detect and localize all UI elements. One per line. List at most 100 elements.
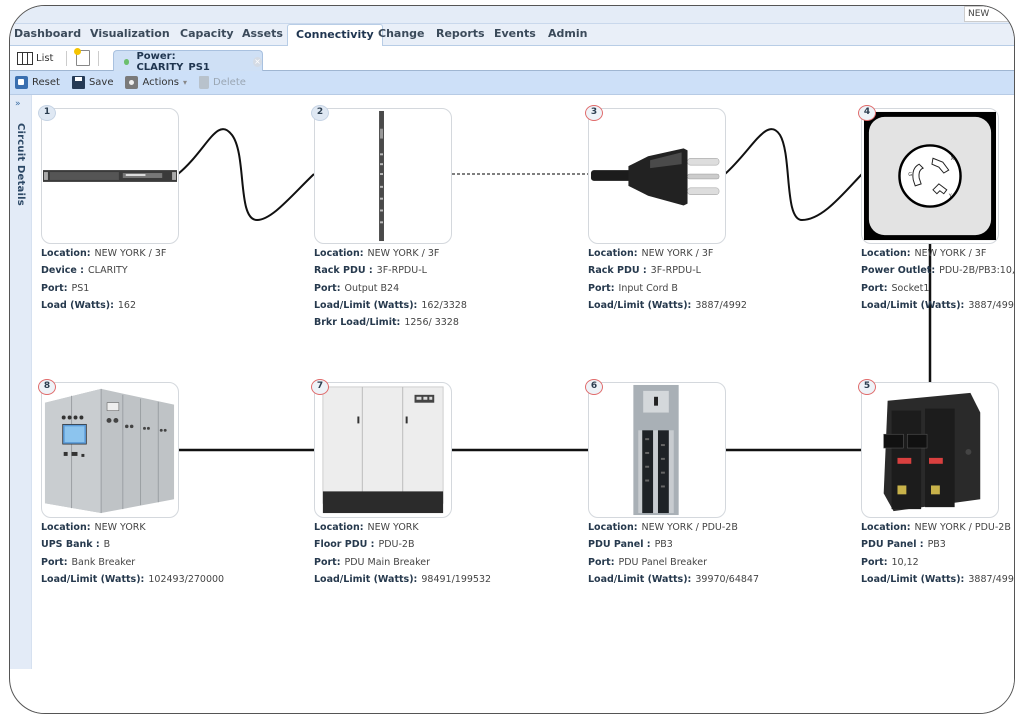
info-load-limit: Load/Limit (Watts): 162/3328 [314,299,467,311]
info-load: Load (Watts): 162 [41,299,137,311]
node-number-badge: 6 [585,379,603,395]
nav-visualization[interactable]: Visualization [90,27,170,40]
info-port: Port: PDU Main Breaker [314,556,431,568]
floor-pdu-icon [322,386,444,514]
circuit-details-panel[interactable]: » Circuit Details [10,95,32,669]
trash-icon [199,76,210,89]
node-info-3: Location: NEW YORK / 3F Rack PDU :3F-RPDU… [588,245,788,314]
divider [66,51,67,66]
node-info-8: Location: NEW YORK UPS Bank :B Port: Bank … [41,519,241,588]
info-power-outlet: Power Outlet: PDU-2B/PB3:10,1 [861,265,1015,277]
nav-reports[interactable]: Reports [436,27,485,40]
circuit-details-label: Circuit Details [15,123,26,206]
top-strip: NEW [10,6,1014,24]
node-circuit-breaker[interactable]: 5 [858,379,999,518]
app-window: NEW Dashboard Visualization Capacity Ass… [9,5,1015,714]
actions-menu-button[interactable]: Actions ▾ [125,76,187,89]
toolbar: Reset Save Actions ▾ Delete [10,71,1014,95]
info-location: Location: NEW YORK / 3F [588,248,714,259]
node-rack-pdu[interactable]: 2 [311,105,452,244]
node-info-2: Location: NEW YORK / 3F Rack PDU :3F-RPDU… [314,245,514,331]
save-button[interactable]: Save [71,76,114,89]
info-port: Port: PS1 [41,282,90,294]
tab-label: Power: CLARITY_PS1 [136,50,210,73]
node-pdu-panel[interactable]: 6 [585,379,726,518]
info-floor-pdu: Floor PDU : PDU-2B [314,539,415,551]
info-location: Location: NEW YORK / 3F [41,248,167,259]
node-number-badge: 1 [38,105,56,121]
power-plug-icon [590,148,720,206]
list-label: List [36,52,54,64]
nav-capacity[interactable]: Capacity [180,27,234,40]
chevron-down-icon: ▾ [183,78,188,87]
info-pdu-panel: PDU Panel : PB3 [861,539,946,551]
node-power-plug[interactable]: 3 [585,105,726,244]
info-location: Location: NEW YORK / 3F [314,248,440,259]
rack-pdu-icon [379,110,384,242]
list-button[interactable]: List [17,50,53,66]
reset-label: Reset [32,77,60,88]
main-nav: Dashboard Visualization Capacity Assets … [10,24,1014,47]
info-rack-pdu: Rack PDU :3F-RPDU-L [588,265,701,277]
info-pdu-panel: PDU Panel : PB3 [588,539,673,551]
reset-icon [15,76,28,89]
nav-events[interactable]: Events [494,27,536,40]
svg-text:G: G [908,172,912,178]
cable-1-2 [177,128,315,222]
tab-power-clarity-ps1[interactable]: Power: CLARITY_PS1 × [113,50,263,73]
node-number-badge: 4 [858,105,876,121]
circuit-breaker-icon [883,392,981,512]
node-info-1: Location: NEW YORK / 3F Device : CLARITY P… [41,245,241,314]
save-label: Save [88,77,114,88]
divider [98,51,99,66]
status-dot-icon [124,58,130,65]
delete-label: Delete [213,77,246,88]
node-info-6: Location: NEW YORK / PDU-2B PDU Panel : PB… [588,519,788,588]
node-info-7: Location: NEW YORK Floor PDU : PDU-2B Port… [314,519,514,588]
node-floor-pdu[interactable]: 7 [311,379,452,518]
node-number-badge: 7 [311,379,329,395]
power-outlet-icon: G X Y [863,111,997,241]
node-info-4: Location: NEW YORK / 3F Power Outlet: PDU-… [861,245,1015,314]
node-ups-bank[interactable]: 8 [38,379,179,518]
reset-button[interactable]: Reset [15,76,60,89]
node-server[interactable]: 1 [38,105,179,244]
nav-admin[interactable]: Admin [548,27,587,40]
info-ups-bank: UPS Bank :B [41,539,111,551]
info-location: Location: NEW YORK [314,522,419,533]
nav-change[interactable]: Change [378,27,425,40]
save-disk-icon [71,76,85,89]
info-port: Port: Socket1 [861,282,930,294]
pdu-panel-icon [633,384,679,516]
node-number-badge: 8 [38,379,56,395]
node-number-badge: 3 [585,105,603,121]
info-port: Port: Bank Breaker [41,556,136,568]
info-device: Device : CLARITY [41,265,128,277]
info-location: Location: NEW YORK [41,522,146,533]
info-port: Port: 10,12 [861,556,919,568]
info-load-limit: Load/Limit (Watts): 98491/199532 [314,573,492,585]
node-info-5: Location: NEW YORK / PDU-2B PDU Panel : PB… [861,519,1015,588]
actions-label: Actions [142,77,180,88]
info-port: Port: Input Cord B [588,282,678,294]
info-load-limit: Load/Limit (Watts): 3887/4992 [588,299,747,311]
info-location: Location: NEW YORK / PDU-2B [861,522,1011,533]
new-document-icon[interactable] [74,48,90,66]
info-load-limit: Load/Limit (Watts): 102493/270000 [41,573,225,585]
node-power-outlet[interactable]: 4 G X Y [858,105,999,244]
info-location: Location: NEW YORK / PDU-2B [588,522,738,533]
nav-connectivity[interactable]: Connectivity [287,24,383,47]
nav-dashboard[interactable]: Dashboard [14,27,81,40]
nav-assets[interactable]: Assets [242,27,283,40]
cable-3-4 [724,128,863,222]
expand-chevron-icon[interactable]: » [15,99,21,109]
info-port: Port: Output B24 [314,282,400,294]
gear-doc-icon [125,76,139,89]
info-load-limit: Load/Limit (Watts): 3887/4992 [861,573,1015,585]
global-search-input[interactable]: NEW [964,6,1014,22]
svg-text:Y: Y [948,194,952,200]
node-number-badge: 5 [858,379,876,395]
delete-button[interactable]: Delete [199,76,246,89]
close-tab-icon[interactable]: × [252,56,263,67]
tab-bar: List Power: CLARITY_PS1 × [10,46,1014,73]
